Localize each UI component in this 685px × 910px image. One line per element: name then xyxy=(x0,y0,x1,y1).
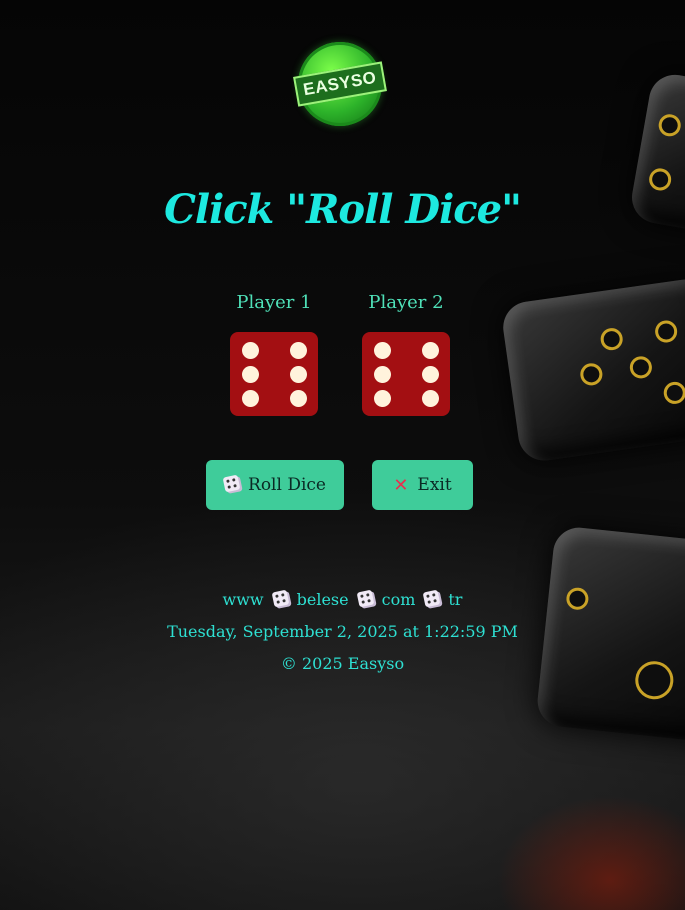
background-die-image xyxy=(499,276,685,464)
die-pip xyxy=(374,390,391,407)
player-1-die xyxy=(230,332,318,416)
logo-text: EASYSO xyxy=(293,61,387,107)
die-pip xyxy=(422,342,439,359)
exit-label: Exit xyxy=(417,475,452,495)
dice-icon xyxy=(222,474,241,496)
dice-icon xyxy=(356,589,375,610)
easyso-logo[interactable]: EASYSO xyxy=(293,42,387,126)
footer-url[interactable]: www belese com tr xyxy=(0,589,685,610)
dice-icon xyxy=(271,589,290,610)
die-pip xyxy=(374,342,391,359)
exit-button[interactable]: ✕ Exit xyxy=(372,460,473,510)
url-part: com xyxy=(381,590,416,609)
url-part: tr xyxy=(448,590,463,609)
die-pip xyxy=(290,390,307,407)
die-pip xyxy=(422,390,439,407)
die-pip xyxy=(374,366,391,383)
player-2-die xyxy=(362,332,450,416)
game-page: EASYSO Click "Roll Dice" Player 1 Player… xyxy=(0,0,685,910)
die-pip xyxy=(422,366,439,383)
die-pip xyxy=(242,342,259,359)
player-2-label: Player 2 xyxy=(368,292,444,313)
url-part: belese xyxy=(296,590,349,609)
roll-dice-button[interactable]: Roll Dice xyxy=(206,460,344,510)
die-pip xyxy=(242,390,259,407)
die-pip xyxy=(290,342,307,359)
die-pip xyxy=(290,366,307,383)
page-title: Click "Roll Dice" xyxy=(164,186,522,233)
cross-mark-icon: ✕ xyxy=(393,474,409,496)
footer-datetime: Tuesday, September 2, 2025 at 1:22:59 PM xyxy=(167,622,518,641)
die-pip xyxy=(242,366,259,383)
footer-copyright: © 2025 Easyso xyxy=(280,654,405,673)
url-part: www xyxy=(222,590,264,609)
dice-icon xyxy=(422,589,441,610)
roll-dice-label: Roll Dice xyxy=(248,475,326,495)
player-1-label: Player 1 xyxy=(236,292,312,313)
